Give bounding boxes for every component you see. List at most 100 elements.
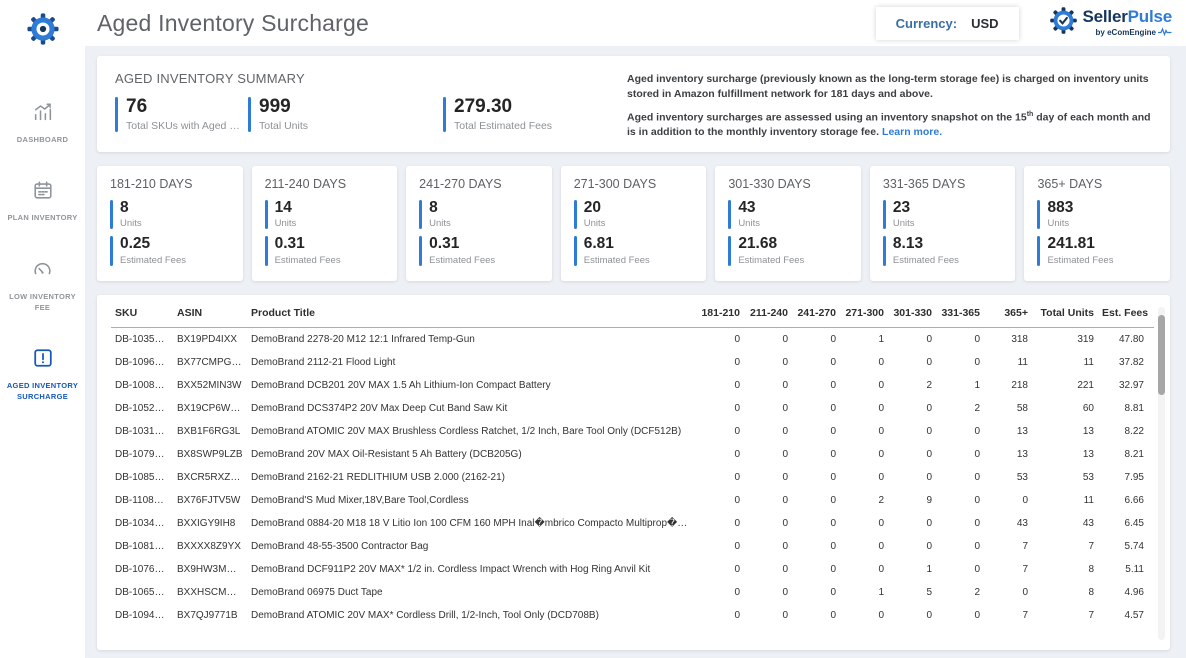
sku-cell: DB-10854-AA	[111, 466, 173, 489]
bucket-units-kpi: 8 Units	[110, 200, 230, 229]
bucket-units-value: 883	[1047, 200, 1073, 216]
count-301-330-cell: 0	[888, 512, 936, 535]
kpi-accent-bar	[883, 200, 886, 229]
column-header-241-270[interactable]: 241-270	[792, 297, 840, 328]
kpi-accent-bar	[265, 200, 268, 229]
kpi-accent-bar	[443, 97, 446, 132]
learn-more-link[interactable]: Learn more.	[882, 126, 942, 138]
est-fees-cell: 5.74	[1098, 535, 1154, 558]
table-row: DB-10768-AABX9HW3MSV4DemoBrand DCF911P2 …	[111, 558, 1154, 581]
column-header-211-240[interactable]: 211-240	[744, 297, 792, 328]
bucket-units-kpi: 43 Units	[728, 200, 848, 229]
column-header-asin[interactable]: ASIN	[173, 297, 247, 328]
sidebar-item-dashboard[interactable]: DASHBOARD	[4, 101, 82, 145]
count-211-240-cell: 0	[744, 489, 792, 512]
count-181-210-cell: 0	[696, 489, 744, 512]
currency-selector[interactable]: Currency: USD	[876, 7, 1019, 40]
day-bucket-card: 181-210 DAYS 8 Units 0.25 Estimated Fees	[97, 166, 243, 281]
count-241-270-cell: 0	[792, 351, 840, 374]
sidebar-item-low-inventory-fee[interactable]: LOW INVENTORY FEE	[4, 258, 82, 314]
table-row: DB-10813-AABXXXX8Z9YXDemoBrand 48-55-350…	[111, 535, 1154, 558]
count-331-365-cell: 0	[936, 489, 984, 512]
kpi-accent-bar	[883, 236, 886, 265]
sidebar-item-aged-inventory-surcharge[interactable]: AGED INVENTORY SURCHARGE	[4, 347, 82, 403]
column-header-sku[interactable]: SKU	[111, 297, 173, 328]
table-row: DB-10316-AABXB1F6RG3LDemoBrand ATOMIC 20…	[111, 420, 1154, 443]
kpi-value: 999	[259, 97, 308, 117]
table-scrollbar[interactable]	[1158, 307, 1165, 640]
app-logo[interactable]	[26, 12, 60, 51]
asin-cell: BX7QJ9771B	[173, 604, 247, 627]
count-181-210-cell: 0	[696, 420, 744, 443]
total-units-cell: 13	[1032, 443, 1098, 466]
kpi-accent-bar	[265, 236, 268, 265]
count-181-210-cell: 0	[696, 535, 744, 558]
count-181-210-cell: 0	[696, 558, 744, 581]
bucket-units-kpi: 883 Units	[1037, 200, 1157, 229]
est-fees-cell: 8.21	[1098, 443, 1154, 466]
count-331-365-cell: 1	[936, 374, 984, 397]
bucket-fees-value: 0.31	[429, 236, 495, 252]
count-271-300-cell: 0	[840, 512, 888, 535]
gear-logo-icon	[26, 33, 60, 50]
count-271-300-cell: 1	[840, 581, 888, 604]
count-181-210-cell: 0	[696, 397, 744, 420]
count-301-330-cell: 9	[888, 489, 936, 512]
asin-cell: BX8SWP9LZB	[173, 443, 247, 466]
column-header-181-210[interactable]: 181-210	[696, 297, 744, 328]
count-331-365-cell: 0	[936, 443, 984, 466]
count-365-plus-cell: 7	[984, 604, 1032, 627]
product-title-cell: DemoBrand 2278-20 M12 12:1 Infrared Temp…	[247, 327, 696, 351]
table-row: DB-10795-AABX8SWP9LZBDemoBrand 20V MAX O…	[111, 443, 1154, 466]
column-header-301-330[interactable]: 301-330	[888, 297, 936, 328]
kpi-accent-bar	[728, 236, 731, 265]
count-271-300-cell: 0	[840, 374, 888, 397]
product-title-cell: DemoBrand DCF911P2 20V MAX* 1/2 in. Cord…	[247, 558, 696, 581]
total-units-cell: 13	[1032, 420, 1098, 443]
bucket-fees-label: Estimated Fees	[429, 255, 495, 266]
kpi-accent-bar	[1037, 236, 1040, 265]
count-181-210-cell: 0	[696, 604, 744, 627]
column-header-total-units[interactable]: Total Units	[1032, 297, 1098, 328]
asin-cell: BXXXX8Z9YX	[173, 535, 247, 558]
est-fees-cell: 37.82	[1098, 351, 1154, 374]
count-301-330-cell: 1	[888, 558, 936, 581]
kpi-value: 76	[126, 97, 242, 117]
kpi-accent-bar	[574, 236, 577, 265]
column-header-est-fees[interactable]: Est. Fees	[1098, 297, 1154, 328]
day-bucket-card: 241-270 DAYS 8 Units 0.31 Estimated Fees	[406, 166, 552, 281]
product-title-cell: DemoBrand ATOMIC 20V MAX Brushless Cordl…	[247, 420, 696, 443]
gear-check-icon	[1049, 6, 1078, 40]
day-bucket-card: 301-330 DAYS 43 Units 21.68 Estimated Fe…	[715, 166, 861, 281]
sidebar-item-plan-inventory[interactable]: PLAN INVENTORY	[4, 179, 82, 223]
sku-cell: DB-10655-AA	[111, 581, 173, 604]
bucket-units-value: 8	[120, 200, 142, 216]
brand-byline: by eComEngine	[1096, 27, 1172, 38]
count-181-210-cell: 0	[696, 374, 744, 397]
bucket-fees-value: 8.13	[893, 236, 959, 252]
count-365-plus-cell: 318	[984, 327, 1032, 351]
column-header-331-365[interactable]: 331-365	[936, 297, 984, 328]
est-fees-cell: 47.80	[1098, 327, 1154, 351]
asin-cell: BXCR5RXZTC	[173, 466, 247, 489]
day-bucket-card: 211-240 DAYS 14 Units 0.31 Estimated Fee…	[252, 166, 398, 281]
scrollbar-thumb[interactable]	[1158, 315, 1165, 395]
column-header-271-300[interactable]: 271-300	[840, 297, 888, 328]
count-301-330-cell: 0	[888, 466, 936, 489]
day-bucket-card: 271-300 DAYS 20 Units 6.81 Estimated Fee…	[561, 166, 707, 281]
kpi-total-skus: 76 Total SKUs with Aged Invent...	[115, 97, 248, 132]
summary-description: Aged inventory surcharge (previously kno…	[627, 71, 1152, 140]
est-fees-cell: 4.57	[1098, 604, 1154, 627]
sku-cell: DB-11083-AA	[111, 489, 173, 512]
bucket-units-label: Units	[1047, 218, 1073, 229]
column-header-product-title[interactable]: Product Title	[247, 297, 696, 328]
sku-cell: DB-10348-AA	[111, 512, 173, 535]
est-fees-cell: 7.95	[1098, 466, 1154, 489]
count-301-330-cell: 0	[888, 443, 936, 466]
page-content: AGED INVENTORY SUMMARY 76 Total SKUs wit…	[85, 46, 1186, 658]
kpi-accent-bar	[110, 200, 113, 229]
column-header-365+[interactable]: 365+	[984, 297, 1032, 328]
brand-name-secondary: Pulse	[1128, 7, 1172, 26]
bucket-title: 365+ DAYS	[1037, 177, 1157, 191]
bucket-fees-value: 241.81	[1047, 236, 1113, 252]
